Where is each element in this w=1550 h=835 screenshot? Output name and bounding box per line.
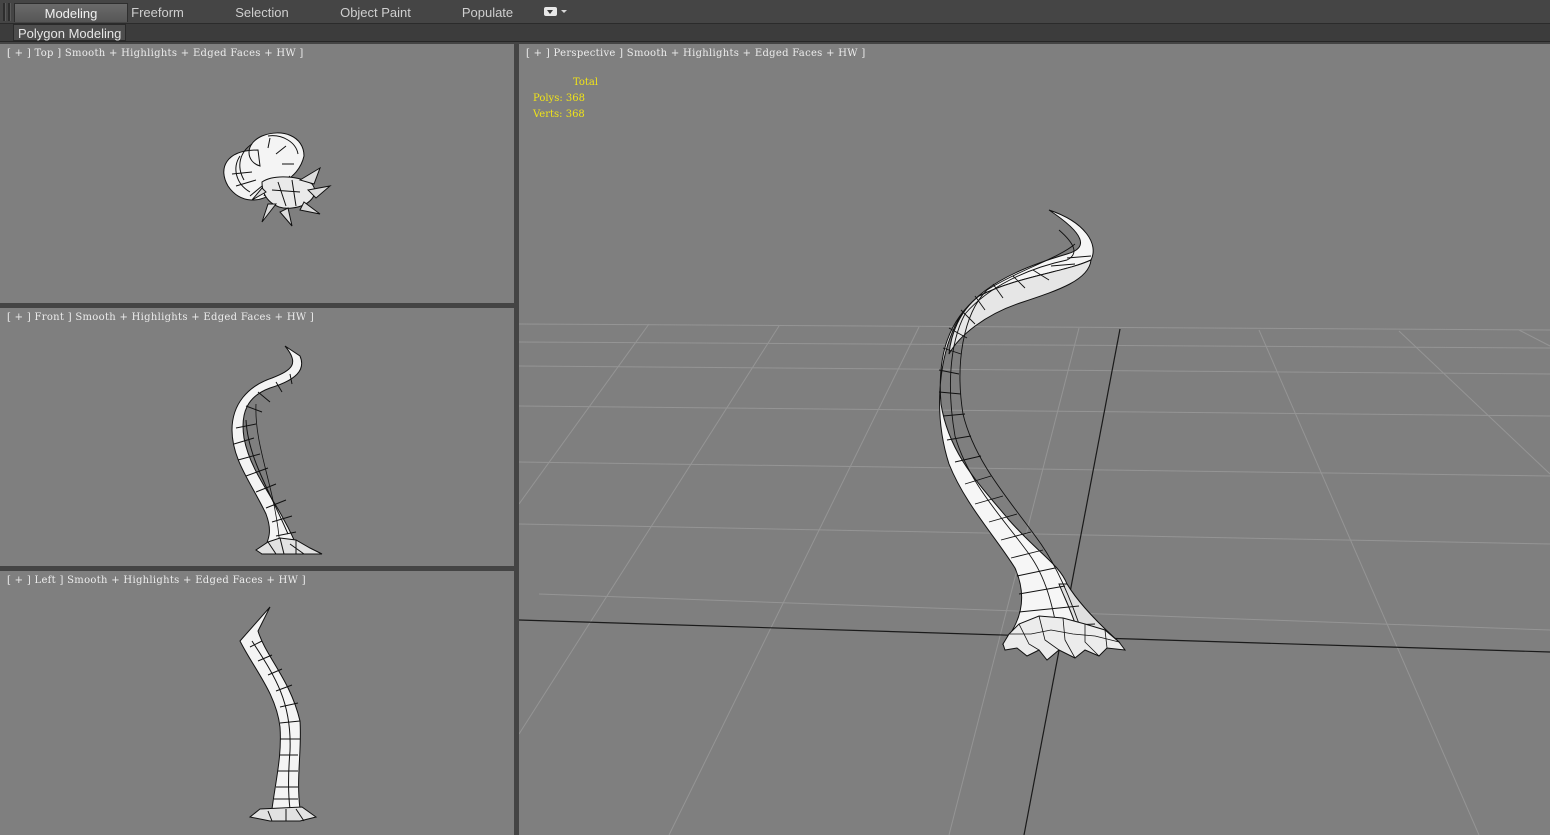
ribbon-grip[interactable] [3,3,6,21]
viewport-top[interactable]: [ + ] Top ] Smooth + Highlights + Edged … [0,44,514,303]
tab-populate[interactable]: Populate [455,3,520,22]
tab-object-paint[interactable]: Object Paint [333,3,418,22]
model-front-view [231,345,323,555]
ribbon-options-dropdown[interactable] [544,6,568,18]
ribbon-panel: Polygon Modeling [0,24,1550,42]
ribbon-options-icon [544,7,557,16]
viewport-left[interactable]: [ + ] Left ] Smooth + Highlights + Edged… [0,571,514,835]
tab-modeling[interactable]: Modeling [14,3,128,22]
ribbon-tab-bar: Modeling Freeform Selection Object Paint… [0,0,1550,24]
tentacle-mesh [938,209,1127,661]
viewport-front[interactable]: [ + ] Front ] Smooth + Highlights + Edge… [0,308,514,566]
polygon-modeling-panel-button[interactable]: Polygon Modeling [13,24,127,41]
model-left-view [239,606,318,822]
tab-selection[interactable]: Selection [222,3,302,22]
ribbon-grip-2[interactable] [8,3,11,21]
tab-freeform[interactable]: Freeform [120,3,195,22]
perspective-scene [519,209,1550,835]
model-top-view [223,132,332,227]
chevron-down-icon [561,10,567,13]
viewport-perspective[interactable]: [ + ] Perspective ] Smooth + Highlights … [519,44,1550,835]
